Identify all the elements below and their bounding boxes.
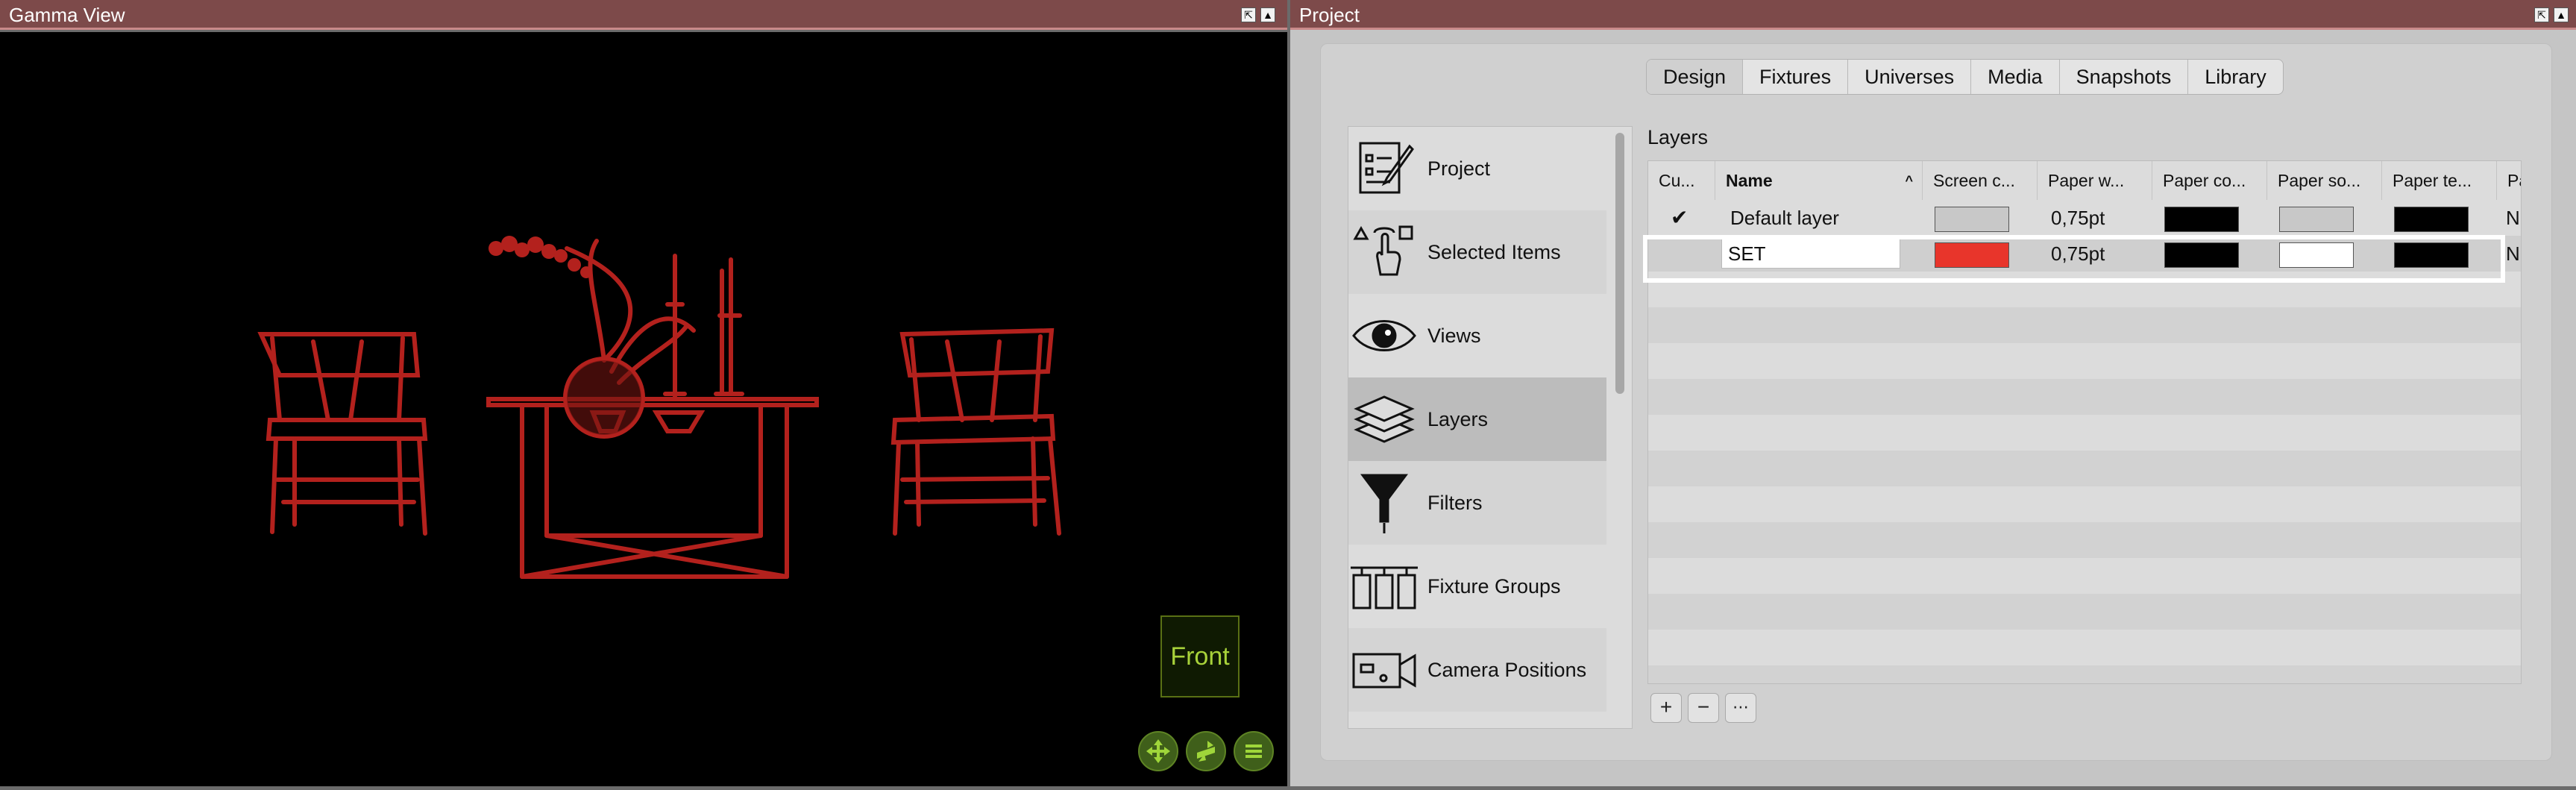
candle-shapes: [663, 254, 744, 398]
design-sidebar: Project Selected Items Views Layers Filt…: [1348, 126, 1633, 729]
maximize-icon[interactable]: ▲: [2554, 7, 2569, 22]
reposition-icon[interactable]: [1186, 731, 1226, 771]
funnel-icon: [1348, 465, 1420, 540]
selected-items-icon: [1348, 215, 1420, 289]
paper-text-swatch[interactable]: [2394, 207, 2469, 232]
partial-cell: N: [2506, 207, 2520, 229]
tab-media[interactable]: Media: [1971, 60, 2060, 94]
gamma-view-titlebar: Gamma View ⇱ ▲: [0, 0, 1287, 30]
gamma-view-panel: Gamma View ⇱ ▲ Front: [0, 0, 1287, 786]
layer-name[interactable]: Default layer: [1723, 200, 1917, 236]
eye-icon: [1348, 298, 1420, 373]
column-header-paper-text[interactable]: Paper te...: [2382, 161, 2497, 200]
sidebar-item-views[interactable]: Views: [1348, 294, 1606, 377]
column-header-paper-width[interactable]: Paper w...: [2038, 161, 2152, 200]
project-notes-icon: [1348, 131, 1420, 206]
more-options-button[interactable]: ⋯: [1725, 693, 1756, 723]
scene-drawing: [257, 236, 1061, 579]
gamma-3d-viewport[interactable]: [0, 32, 1287, 786]
gamma-view-title: Gamma View: [9, 4, 125, 26]
paper-color-swatch[interactable]: [2164, 207, 2239, 232]
add-layer-button[interactable]: +: [1650, 693, 1682, 723]
tab-snapshots[interactable]: Snapshots: [2060, 60, 2189, 94]
tab-design[interactable]: Design: [1647, 60, 1744, 94]
selected-row-outline: [1643, 235, 2505, 283]
paper-solid-swatch[interactable]: [2279, 207, 2354, 232]
current-layer-check[interactable]: ✔: [1663, 200, 1708, 236]
camera-icon: [1348, 633, 1420, 707]
column-header-partial[interactable]: Pa: [2497, 161, 2521, 200]
bowl-shape: [652, 410, 706, 433]
sidebar-item-fixture-groups[interactable]: Fixture Groups: [1348, 545, 1606, 628]
table-row[interactable]: ✔ Default layer 0,75pt N: [1648, 200, 2521, 236]
remove-layer-button[interactable]: −: [1688, 693, 1719, 723]
left-chair-shape: [257, 332, 428, 536]
sort-ascending-icon: ^: [1905, 173, 1913, 188]
layer-actions: + − ⋯: [1650, 693, 1756, 723]
layers-icon: [1348, 382, 1420, 457]
sidebar-item-camera-positions[interactable]: Camera Positions: [1348, 628, 1606, 712]
undock-icon[interactable]: ⇱: [1241, 7, 1256, 22]
undock-icon[interactable]: ⇱: [2534, 7, 2549, 22]
move-arrows-icon[interactable]: [1138, 731, 1178, 771]
right-chair-shape: [890, 327, 1061, 536]
project-title: Project: [1299, 4, 1360, 26]
sidebar-item-layers[interactable]: Layers: [1348, 377, 1606, 461]
column-header-current[interactable]: Cu...: [1648, 161, 1715, 200]
screen-color-swatch[interactable]: [1935, 207, 2009, 232]
tab-fixtures[interactable]: Fixtures: [1743, 60, 1849, 94]
sidebar-item-selected-items[interactable]: Selected Items: [1348, 210, 1606, 294]
maximize-icon[interactable]: ▲: [1260, 7, 1275, 22]
paper-width[interactable]: 0,75pt: [2043, 200, 2148, 236]
sidebar-scrollbar[interactable]: [1615, 133, 1624, 394]
column-header-screen-color[interactable]: Screen c...: [1923, 161, 2038, 200]
blossoms-shape: [489, 236, 592, 278]
front-view-button[interactable]: Front: [1160, 615, 1240, 697]
column-header-paper-color[interactable]: Paper co...: [2152, 161, 2267, 200]
layers-heading: Layers: [1647, 126, 1709, 148]
project-content: Design Fixtures Universes Media Snapshot…: [1320, 43, 2552, 761]
tab-library[interactable]: Library: [2188, 60, 2283, 94]
menu-icon[interactable]: [1234, 731, 1274, 771]
project-panel: Project ⇱ ▲ Design Fixtures Universes Me…: [1290, 0, 2576, 786]
project-tabs: Design Fixtures Universes Media Snapshot…: [1646, 59, 2284, 95]
fixture-groups-icon: [1348, 549, 1420, 624]
column-header-paper-solid[interactable]: Paper so...: [2267, 161, 2382, 200]
table-shape: [486, 397, 819, 579]
project-titlebar: Project ⇱ ▲: [1290, 0, 2576, 30]
tab-universes[interactable]: Universes: [1848, 60, 1972, 94]
sidebar-item-project[interactable]: Project: [1348, 127, 1606, 210]
sidebar-item-filters[interactable]: Filters: [1348, 461, 1606, 545]
column-header-name[interactable]: Name ^: [1715, 161, 1923, 200]
front-view-label: Front: [1170, 642, 1230, 671]
sidebar-item-partial: [1348, 712, 1606, 728]
